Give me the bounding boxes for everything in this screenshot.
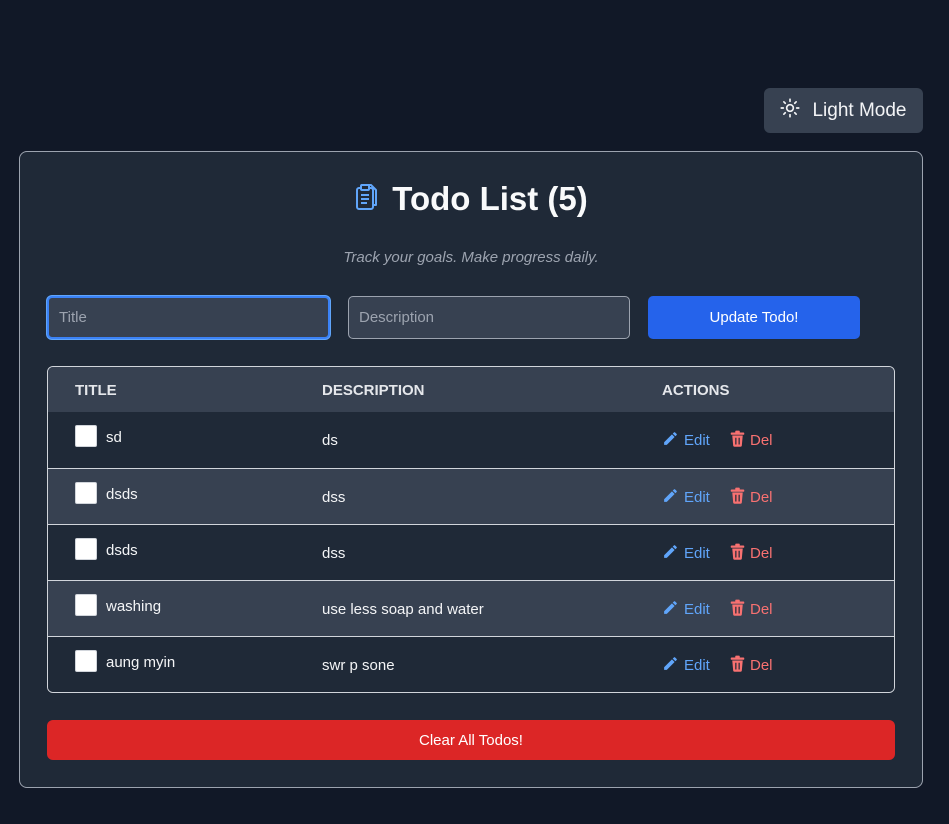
pencil-icon bbox=[662, 655, 679, 676]
delete-button[interactable]: Del bbox=[730, 487, 773, 508]
pencil-icon bbox=[662, 599, 679, 620]
edit-label: Edit bbox=[684, 489, 710, 506]
sun-icon bbox=[780, 97, 801, 124]
trash-icon bbox=[730, 599, 745, 620]
delete-button[interactable]: Del bbox=[730, 655, 773, 676]
delete-label: Del bbox=[750, 657, 773, 674]
pencil-icon bbox=[662, 430, 679, 451]
edit-label: Edit bbox=[684, 657, 710, 674]
update-todo-button[interactable]: Update Todo! bbox=[648, 296, 860, 339]
delete-button[interactable]: Del bbox=[730, 430, 773, 451]
header-description: DESCRIPTION bbox=[322, 382, 425, 399]
theme-toggle-button[interactable]: Light Mode bbox=[764, 88, 923, 133]
pencil-icon bbox=[662, 487, 679, 508]
pencil-icon bbox=[662, 543, 679, 564]
complete-checkbox[interactable] bbox=[75, 425, 97, 447]
todo-title: dsds bbox=[106, 542, 138, 559]
table-row: aung myin swr p sone Edit Del bbox=[48, 636, 894, 692]
edit-button[interactable]: Edit bbox=[662, 430, 710, 451]
edit-button[interactable]: Edit bbox=[662, 599, 710, 620]
delete-label: Del bbox=[750, 601, 773, 618]
delete-label: Del bbox=[750, 432, 773, 449]
complete-checkbox[interactable] bbox=[75, 594, 97, 616]
title-input[interactable] bbox=[47, 296, 330, 339]
delete-button[interactable]: Del bbox=[730, 599, 773, 620]
description-input[interactable] bbox=[348, 296, 630, 339]
delete-label: Del bbox=[750, 545, 773, 562]
theme-toggle-label: Light Mode bbox=[812, 99, 907, 121]
todo-table: TITLE DESCRIPTION ACTIONS sd ds Edit Del dsd… bbox=[47, 366, 895, 693]
clear-all-button[interactable]: Clear All Todos! bbox=[47, 720, 895, 760]
table-row: dsds dss Edit Del bbox=[48, 524, 894, 580]
clipboard-icon bbox=[354, 182, 380, 217]
page-subtitle: Track your goals. Make progress daily. bbox=[343, 249, 599, 266]
todo-title: sd bbox=[106, 429, 122, 446]
trash-icon bbox=[730, 543, 745, 564]
todo-description: ds bbox=[322, 432, 338, 449]
todo-description: use less soap and water bbox=[322, 601, 484, 618]
todo-description: dss bbox=[322, 489, 346, 506]
complete-checkbox[interactable] bbox=[75, 650, 97, 672]
delete-label: Del bbox=[750, 489, 773, 506]
edit-button[interactable]: Edit bbox=[662, 543, 710, 564]
todo-description: dss bbox=[322, 545, 346, 562]
table-row: sd ds Edit Del bbox=[48, 412, 894, 468]
edit-label: Edit bbox=[684, 545, 710, 562]
todo-card: Todo List (5) Track your goals. Make pro… bbox=[19, 151, 923, 788]
delete-button[interactable]: Del bbox=[730, 543, 773, 564]
todo-title: dsds bbox=[106, 486, 138, 503]
table-row: dsds dss Edit Del bbox=[48, 468, 894, 524]
edit-button[interactable]: Edit bbox=[662, 487, 710, 508]
trash-icon bbox=[730, 655, 745, 676]
todo-title: aung myin bbox=[106, 654, 176, 671]
edit-label: Edit bbox=[684, 601, 710, 618]
edit-label: Edit bbox=[684, 432, 710, 449]
trash-icon bbox=[730, 430, 745, 451]
todo-title: washing bbox=[106, 598, 162, 615]
table-header: TITLE DESCRIPTION ACTIONS bbox=[48, 367, 894, 412]
edit-button[interactable]: Edit bbox=[662, 655, 710, 676]
header-title: TITLE bbox=[75, 382, 117, 399]
page-header: Todo List (5) bbox=[20, 180, 922, 218]
complete-checkbox[interactable] bbox=[75, 482, 97, 504]
header-actions: ACTIONS bbox=[662, 382, 730, 399]
todo-description: swr p sone bbox=[322, 657, 395, 674]
trash-icon bbox=[730, 487, 745, 508]
table-row: washing use less soap and water Edit Del bbox=[48, 580, 894, 636]
page-title: Todo List (5) bbox=[392, 180, 588, 217]
complete-checkbox[interactable] bbox=[75, 538, 97, 560]
